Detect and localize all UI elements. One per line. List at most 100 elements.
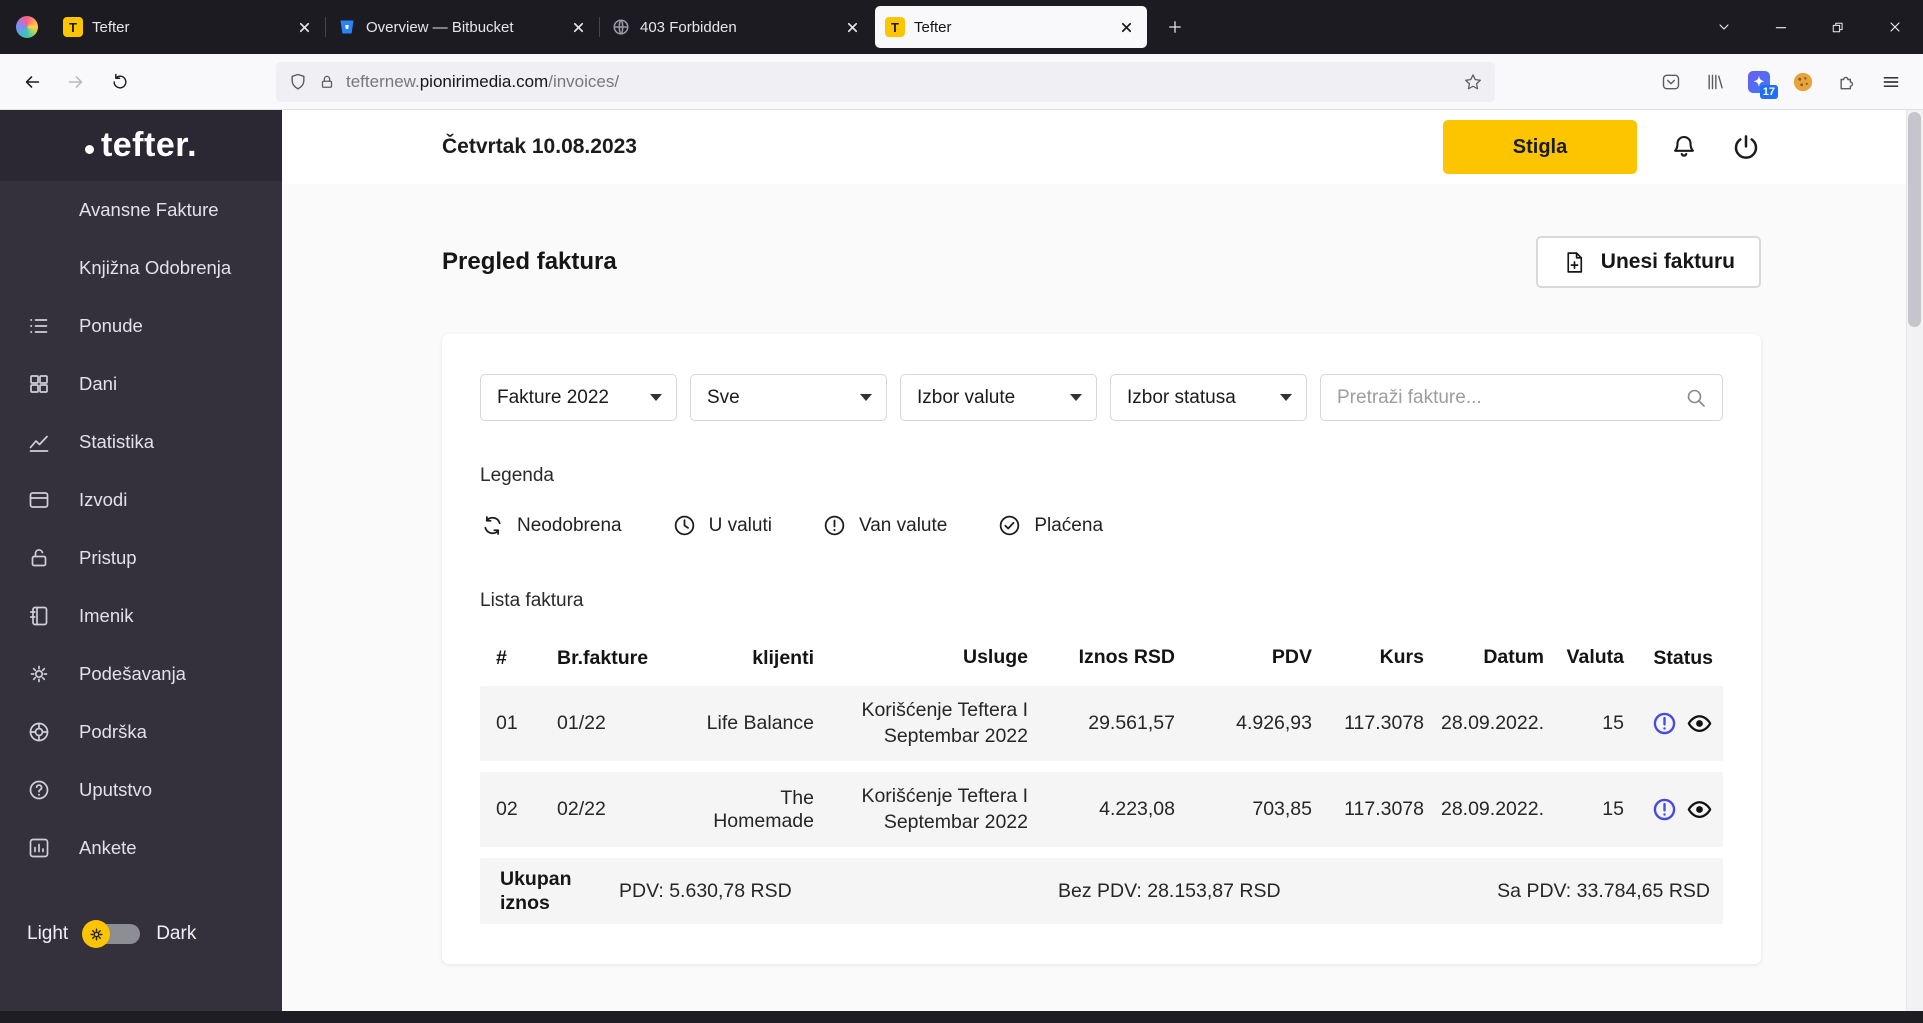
cell-term: 15 — [1602, 797, 1624, 820]
theme-switch[interactable] — [82, 920, 141, 948]
cell-rate: 117.3078 — [1344, 711, 1424, 734]
tab-close-icon[interactable] — [841, 16, 863, 38]
sidebar-item-label: Avansne Fakture — [79, 199, 219, 220]
tab-title: 403 Forbidden — [640, 18, 737, 36]
eye-icon[interactable] — [1686, 710, 1713, 737]
extension-icon[interactable]: ✦ 17 — [1739, 62, 1779, 102]
list-all-tabs-icon[interactable] — [1695, 0, 1752, 54]
chevron-down-icon — [1280, 394, 1292, 401]
sidebar-item-dani[interactable]: Dani — [0, 355, 282, 413]
browser-tab[interactable]: Overview — Bitbucket — [325, 6, 599, 48]
client-filter-dropdown[interactable]: Sve — [690, 374, 887, 421]
current-date: Četvrtak 10.08.2023 — [442, 135, 637, 158]
exclamation-circle-icon[interactable] — [1651, 796, 1678, 823]
column-header: # — [496, 646, 507, 669]
app-header: Četvrtak 10.08.2023 Stigla — [282, 110, 1923, 184]
sidebar-item-podrska[interactable]: Podrška — [0, 703, 282, 761]
legend-label: Plaćena — [1034, 514, 1104, 536]
stigla-button[interactable]: Stigla — [1443, 120, 1637, 174]
new-tab-button[interactable] — [1156, 8, 1194, 46]
tab-close-icon[interactable] — [1115, 16, 1137, 38]
window-close-icon[interactable] — [1866, 0, 1923, 54]
exclamation-circle-icon[interactable] — [1651, 710, 1678, 737]
eye-icon[interactable] — [1686, 796, 1713, 823]
back-icon[interactable] — [12, 62, 52, 102]
bookmark-star-icon[interactable] — [1463, 72, 1483, 92]
year-filter-value: Fakture 2022 — [497, 386, 609, 408]
column-header: Kurs — [1379, 646, 1424, 669]
sidebar-item-label: Ankete — [79, 837, 137, 858]
sidebar-item-label: Dani — [79, 373, 118, 394]
reload-icon[interactable] — [100, 62, 140, 102]
currency-filter-dropdown[interactable]: Izbor valute — [900, 374, 1097, 421]
tefter-logo[interactable]: tefter. — [0, 110, 282, 181]
sidebar-item-podesavanja[interactable]: Podešavanja — [0, 645, 282, 703]
sidebar-item-ankete[interactable]: Ankete — [0, 819, 282, 877]
logo-text: tefter. — [100, 126, 198, 164]
invoices-table: # Br.fakture klijenti Usluge Iznos RSD P… — [480, 630, 1723, 924]
pocket-icon[interactable] — [1651, 62, 1691, 102]
window-restore-icon[interactable] — [1809, 0, 1866, 54]
scrollbar-thumb[interactable] — [1908, 112, 1921, 327]
page-scrollbar[interactable] — [1906, 110, 1923, 1011]
invoices-card: Fakture 2022 Sve Izbor valute Izbor stat… — [442, 334, 1761, 964]
window-minimize-icon[interactable] — [1752, 0, 1809, 54]
theme-switch-knob[interactable] — [82, 920, 111, 948]
browser-tab[interactable]: 403 Forbidden — [599, 6, 873, 48]
column-header: Status — [1653, 646, 1713, 669]
legend-item-placena: Plaćena — [997, 513, 1103, 538]
tefter-favicon: T — [63, 17, 83, 37]
sidebar-item-knjizna-odobrenja[interactable]: Knjižna Odobrenja — [0, 239, 282, 297]
cell-invoice-number: 02/22 — [557, 798, 606, 820]
sidebar-item-pristup[interactable]: Pristup — [0, 529, 282, 587]
sidebar-item-label: Statistika — [79, 431, 155, 452]
logo-dot — [84, 145, 94, 154]
lock-icon[interactable] — [318, 73, 336, 91]
total-label: Ukupan iznos — [500, 867, 572, 914]
profile-avatar-icon[interactable] — [16, 16, 38, 38]
hamburger-menu-icon[interactable] — [1871, 62, 1911, 102]
column-header: Usluge — [962, 646, 1028, 669]
cell-amount: 29.561,57 — [1088, 711, 1175, 734]
tab-close-icon[interactable] — [293, 16, 315, 38]
url-text: tefternew.pionirimedia.com/invoices/ — [346, 72, 619, 92]
column-header: Valuta — [1566, 646, 1624, 669]
sidebar-item-avansne-fakture[interactable]: Avansne Fakture — [0, 181, 282, 239]
sidebar-item-label: Ponude — [79, 315, 143, 336]
legend-item-u-valuti: U valuti — [672, 513, 772, 538]
status-filter-value: Izbor statusa — [1127, 386, 1236, 408]
browser-tab[interactable]: T Tefter — [53, 6, 325, 48]
help-icon — [27, 778, 51, 802]
card-icon — [27, 488, 51, 512]
shield-icon[interactable] — [288, 72, 308, 92]
url-bar[interactable]: tefternew.pionirimedia.com/invoices/ — [276, 61, 1495, 102]
url-path: /invoices/ — [548, 71, 620, 91]
sidebar-item-uputstvo[interactable]: Uputstvo — [0, 761, 282, 819]
refresh-icon — [480, 513, 505, 538]
search-input[interactable] — [1337, 386, 1684, 409]
add-invoice-button[interactable]: Unesi fakturu — [1535, 236, 1761, 288]
total-vat: PDV: 5.630,78 RSD — [619, 879, 792, 902]
cookie-extension-icon[interactable] — [1783, 62, 1823, 102]
cell-date: 28.09.2022. — [1440, 797, 1544, 820]
cell-vat: 4.926,93 — [1236, 711, 1312, 734]
status-filter-dropdown[interactable]: Izbor statusa — [1110, 374, 1307, 421]
tab-close-icon[interactable] — [567, 16, 589, 38]
sidebar-item-label: Podrška — [79, 721, 147, 742]
sidebar-item-izvodi[interactable]: Izvodi — [0, 471, 282, 529]
sidebar-item-imenik[interactable]: Imenik — [0, 587, 282, 645]
forward-icon[interactable] — [56, 62, 96, 102]
cell-rate: 117.3078 — [1344, 797, 1424, 820]
power-icon[interactable] — [1731, 132, 1761, 162]
browser-tab-active[interactable]: T Tefter — [875, 6, 1147, 48]
year-filter-dropdown[interactable]: Fakture 2022 — [480, 374, 677, 421]
column-header: Iznos RSD — [1078, 646, 1175, 669]
bell-icon[interactable] — [1669, 132, 1699, 162]
sidebar-item-statistika[interactable]: Statistika — [0, 413, 282, 471]
sidebar-item-label: Podešavanja — [79, 663, 186, 684]
search-icon[interactable] — [1684, 386, 1708, 410]
puzzle-extensions-icon[interactable] — [1827, 62, 1867, 102]
bitbucket-favicon — [337, 17, 357, 37]
library-icon[interactable] — [1695, 62, 1735, 102]
sidebar-item-ponude[interactable]: Ponude — [0, 297, 282, 355]
